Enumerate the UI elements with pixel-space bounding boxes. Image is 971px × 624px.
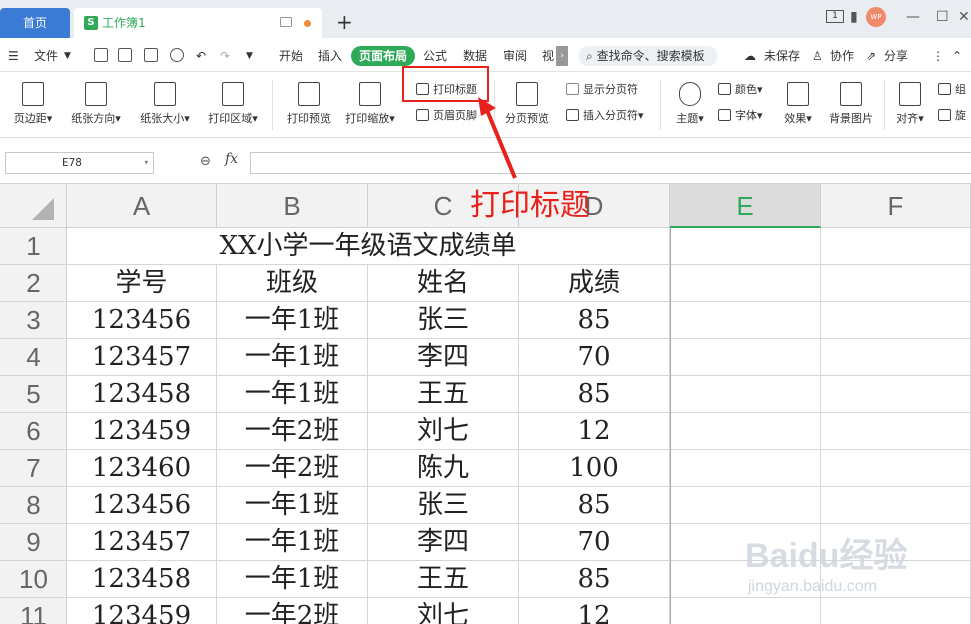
baidu-watermark-url: jingyan.baidu.com (748, 578, 877, 595)
baidu-watermark: Baidu经验 (745, 537, 908, 575)
annotation-label: 打印标题 (470, 188, 590, 223)
